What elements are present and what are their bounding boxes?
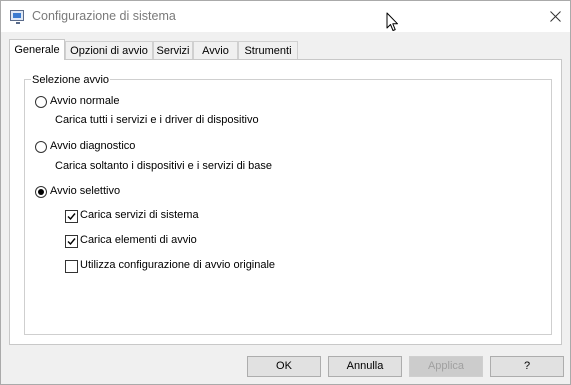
radio-label: Avvio selettivo	[50, 185, 121, 197]
checkbox[interactable]	[65, 260, 78, 273]
title-bar[interactable]: Configurazione di sistema	[1, 1, 570, 32]
tab-opzioni-di-avvio[interactable]: Opzioni di avvio	[65, 41, 153, 59]
system-configuration-window: Configurazione di sistema Generale Opzio…	[0, 0, 571, 385]
checkbox[interactable]	[65, 235, 78, 248]
cancel-button[interactable]: Annulla	[328, 356, 402, 377]
checkbox-label: Carica servizi di sistema	[80, 209, 199, 221]
checkbox-label: Carica elementi di avvio	[80, 234, 197, 246]
radio-button[interactable]	[35, 141, 47, 153]
tab-generale[interactable]: Generale	[9, 39, 65, 60]
close-icon	[550, 11, 561, 22]
tab-strumenti[interactable]: Strumenti	[238, 41, 298, 59]
msconfig-icon	[10, 10, 24, 24]
option-description: Carica tutti i servizi e i driver di dis…	[55, 114, 259, 126]
option-description: Carica soltanto i dispositivi e i serviz…	[55, 160, 273, 172]
mouse-cursor-icon	[386, 12, 398, 31]
radio-label: Avvio normale	[50, 95, 120, 107]
tab-panel-generale: Selezione avvio Avvio normale Carica tut…	[9, 59, 562, 345]
radio-button[interactable]	[35, 186, 47, 198]
checkmark-icon	[67, 238, 76, 246]
tab-avvio[interactable]: Avvio	[193, 41, 238, 59]
checkmark-icon	[67, 213, 76, 221]
ok-button[interactable]: OK	[247, 356, 321, 377]
tab-servizi[interactable]: Servizi	[153, 41, 193, 59]
apply-button[interactable]: Applica	[409, 356, 483, 377]
checkbox-label: Utilizza configurazione di avvio origina…	[80, 259, 276, 271]
radio-button[interactable]	[35, 96, 47, 108]
group-title: Selezione avvio	[31, 74, 111, 86]
radio-label: Avvio diagnostico	[50, 140, 136, 152]
help-button[interactable]: ?	[490, 356, 564, 377]
close-button[interactable]	[540, 1, 571, 32]
window-title: Configurazione di sistema	[32, 9, 176, 23]
checkbox[interactable]	[65, 210, 78, 223]
